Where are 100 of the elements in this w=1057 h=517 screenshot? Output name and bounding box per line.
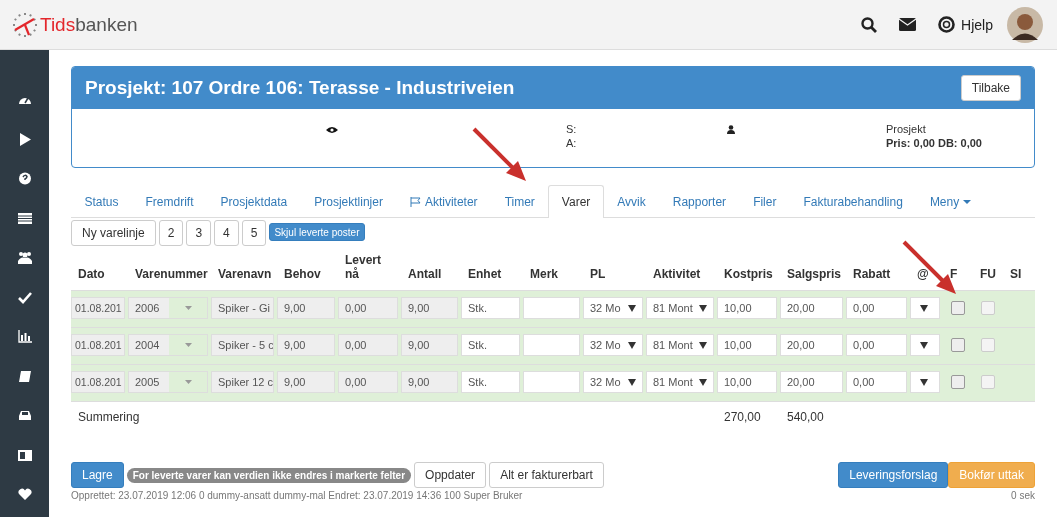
- clock-logo-icon: [12, 11, 38, 38]
- tab[interactable]: Timer: [491, 185, 549, 217]
- required-field[interactable]: 9,00: [277, 297, 335, 319]
- hide-delivered-button[interactable]: Skjul leverte poster: [269, 223, 365, 241]
- users-icon[interactable]: [17, 251, 32, 264]
- at-select[interactable]: [910, 297, 940, 319]
- item-number-select[interactable]: 2006: [128, 297, 208, 319]
- column-header: Dato: [77, 267, 105, 281]
- tab[interactable]: Filer: [739, 185, 790, 217]
- caret-icon: [628, 304, 636, 312]
- check-icon[interactable]: [17, 290, 32, 304]
- new-line-button[interactable]: Ny varelinje: [71, 220, 156, 246]
- tab[interactable]: Meny: [916, 185, 985, 217]
- logo-text: Tidsbanken: [40, 13, 138, 36]
- cost-price-field[interactable]: 10,00: [717, 297, 777, 319]
- required-field[interactable]: 9,00: [277, 334, 335, 356]
- item-number-select[interactable]: 2005: [128, 371, 208, 393]
- activity-select[interactable]: 81 Mont: [646, 334, 714, 356]
- tab[interactable]: Varer: [548, 185, 604, 218]
- page-button[interactable]: 3: [186, 220, 212, 246]
- f-checkbox[interactable]: [951, 301, 965, 315]
- sale-price-field[interactable]: 20,00: [780, 371, 843, 393]
- discount-field[interactable]: 0,00: [846, 371, 907, 393]
- activity-select[interactable]: 81 Mont: [646, 371, 714, 393]
- caret-icon: [628, 378, 636, 386]
- eye-icon: [326, 126, 338, 134]
- required-field[interactable]: 9,00: [277, 371, 335, 393]
- project-type: Prosjekt: [886, 123, 927, 135]
- column-header: Merk: [529, 267, 558, 281]
- tab[interactable]: Prosjektlinjer: [300, 185, 397, 217]
- question-icon[interactable]: [17, 172, 32, 185]
- cost-price-field[interactable]: 10,00: [717, 334, 777, 356]
- tab[interactable]: Avvik: [603, 185, 660, 217]
- list-icon[interactable]: [17, 211, 32, 225]
- note-field[interactable]: [523, 371, 580, 393]
- column-header: FU: [979, 267, 996, 281]
- caret-icon: [920, 341, 928, 349]
- date-field[interactable]: 01.08.201: [71, 371, 125, 393]
- summary-label: Summering: [77, 410, 141, 424]
- a-label: A:: [566, 137, 577, 149]
- sale-price-field[interactable]: 20,00: [780, 297, 843, 319]
- mail-icon[interactable]: [899, 18, 917, 31]
- item-name-field[interactable]: Spiker - 5 c: [211, 334, 274, 356]
- tab[interactable]: Aktiviteter: [396, 185, 492, 217]
- note-field[interactable]: [523, 334, 580, 356]
- discount-field[interactable]: 0,00: [846, 297, 907, 319]
- f-checkbox[interactable]: [951, 338, 965, 352]
- date-field[interactable]: 01.08.201: [71, 297, 125, 319]
- update-button[interactable]: Oppdater: [414, 462, 487, 488]
- unit-field[interactable]: Stk.: [461, 334, 520, 356]
- item-number-select[interactable]: 2004: [128, 334, 208, 356]
- unit-field[interactable]: Stk.: [461, 371, 520, 393]
- item-name-field[interactable]: Spiker - Gi: [211, 297, 274, 319]
- delivered-field[interactable]: 0,00: [338, 297, 398, 319]
- tab[interactable]: Rapporter: [659, 185, 740, 217]
- tab[interactable]: Fremdrift: [132, 185, 208, 217]
- pl-select[interactable]: 32 Mo: [583, 334, 643, 356]
- help-button[interactable]: Hjelp: [938, 16, 993, 33]
- item-name-field[interactable]: Spiker 12 c: [211, 371, 274, 393]
- column-header: Salgspris: [786, 267, 842, 281]
- play-icon[interactable]: [17, 132, 32, 146]
- back-button[interactable]: Tilbake: [960, 75, 1021, 101]
- caret-icon: [699, 304, 707, 312]
- unit-field[interactable]: Stk.: [461, 297, 520, 319]
- tab[interactable]: Fakturabehandling: [789, 185, 917, 217]
- all-billable-button[interactable]: Alt er fakturerbart: [489, 462, 604, 488]
- page-button[interactable]: 4: [214, 220, 239, 246]
- f-checkbox[interactable]: [951, 375, 965, 389]
- at-select[interactable]: [910, 334, 940, 356]
- bar-chart-icon[interactable]: [17, 330, 32, 343]
- heart-icon[interactable]: [17, 488, 32, 501]
- tab[interactable]: Status: [71, 185, 133, 217]
- page-button[interactable]: 2: [158, 220, 184, 246]
- avatar[interactable]: [1007, 6, 1043, 43]
- delivered-field[interactable]: 0,00: [338, 371, 398, 393]
- search-icon[interactable]: [861, 16, 878, 33]
- pl-select[interactable]: 32 Mo: [583, 297, 643, 319]
- caret-icon: [963, 199, 972, 204]
- quantity-field[interactable]: 9,00: [401, 334, 458, 356]
- page-button[interactable]: 5: [241, 220, 267, 246]
- column-header: SI: [1009, 267, 1022, 281]
- note-field[interactable]: [523, 297, 580, 319]
- id-card-icon[interactable]: [17, 448, 32, 462]
- quantity-field[interactable]: 9,00: [401, 371, 458, 393]
- delivered-field[interactable]: 0,00: [338, 334, 398, 356]
- delivery-suggestion-button[interactable]: Leveringsforslag: [838, 462, 949, 488]
- column-header: @: [916, 267, 929, 281]
- sale-price-field[interactable]: 20,00: [780, 334, 843, 356]
- tab[interactable]: Prosjektdata: [207, 185, 301, 217]
- quantity-field[interactable]: 9,00: [401, 297, 458, 319]
- save-button[interactable]: Lagre: [71, 462, 124, 488]
- column-header: Behov: [283, 267, 321, 281]
- activity-select[interactable]: 81 Mont: [646, 297, 714, 319]
- at-select[interactable]: [910, 371, 940, 393]
- column-header: F: [949, 267, 958, 281]
- pl-select[interactable]: 32 Mo: [583, 371, 643, 393]
- cost-price-field[interactable]: 10,00: [717, 371, 777, 393]
- date-field[interactable]: 01.08.201: [71, 334, 125, 356]
- discount-field[interactable]: 0,00: [846, 334, 907, 356]
- column-header: Rabatt: [852, 267, 891, 281]
